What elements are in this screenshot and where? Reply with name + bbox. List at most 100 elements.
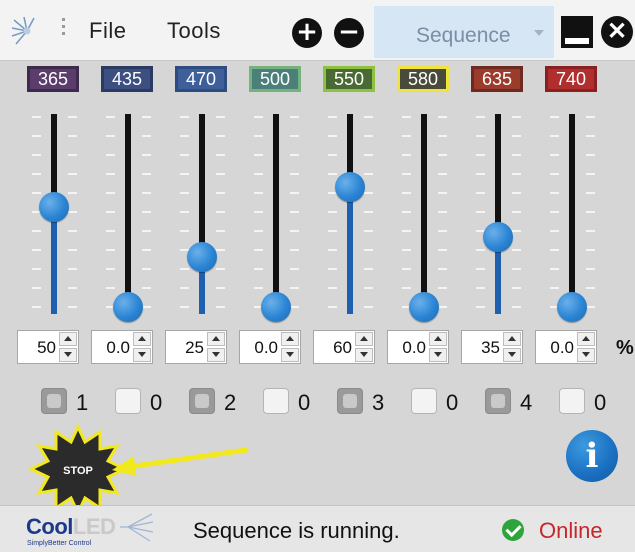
wavelength-label-580: 580 xyxy=(397,66,449,92)
sequence-dropdown[interactable]: Sequence xyxy=(374,6,554,58)
checkbox-label: 0 xyxy=(298,390,311,415)
checkbox-box[interactable] xyxy=(41,388,67,414)
slider-track xyxy=(347,114,353,314)
toolbar-grip[interactable] xyxy=(62,18,66,42)
stepper-up-icon[interactable] xyxy=(429,332,447,346)
stepper-down-icon[interactable] xyxy=(429,348,447,362)
stepper-up-icon[interactable] xyxy=(503,332,521,346)
slider-fill xyxy=(495,244,501,314)
stop-label: STOP xyxy=(63,465,93,477)
slider-track xyxy=(199,114,205,314)
plus-icon: + xyxy=(296,17,318,47)
intensity-slider-470[interactable] xyxy=(165,108,235,323)
intensity-slider-500[interactable] xyxy=(239,108,309,323)
online-check-icon xyxy=(502,519,524,541)
slider-thumb[interactable] xyxy=(483,222,513,252)
intensity-slider-365[interactable] xyxy=(17,108,87,323)
stepper-value: 35 xyxy=(481,338,500,357)
annotation-arrow xyxy=(112,447,249,476)
stepper-value: 0.0 xyxy=(402,338,426,357)
status-bar: CoolLED SimplyBetter Control Sequence is… xyxy=(0,505,635,552)
checkbox-box[interactable] xyxy=(337,388,363,414)
intensity-slider-435[interactable] xyxy=(91,108,161,323)
unit-label: % xyxy=(616,337,634,359)
minimize-button[interactable] xyxy=(561,16,593,48)
info-icon: i xyxy=(585,436,599,476)
stepper-up-icon[interactable] xyxy=(59,332,77,346)
intensity-slider-740[interactable] xyxy=(535,108,605,323)
wavelength-label-740: 740 xyxy=(545,66,597,92)
sequence-dropdown-value: Sequence xyxy=(416,24,511,47)
slider-track xyxy=(421,114,427,314)
menu-file[interactable]: File xyxy=(89,18,126,44)
wavelength-label-500: 500 xyxy=(249,66,301,92)
intensity-stepper-550[interactable]: 60 xyxy=(313,330,375,364)
remove-sequence-button[interactable]: − xyxy=(334,18,364,48)
checkbox-box[interactable] xyxy=(189,388,215,414)
slider-track xyxy=(495,114,501,314)
checkbox-box[interactable] xyxy=(411,388,437,414)
checkbox-box[interactable] xyxy=(115,388,141,414)
wavelength-label-470: 470 xyxy=(175,66,227,92)
stepper-value: 25 xyxy=(185,338,204,357)
checkbox-box[interactable] xyxy=(485,388,511,414)
stepper-down-icon[interactable] xyxy=(59,348,77,362)
slider-thumb[interactable] xyxy=(409,292,439,322)
slider-thumb[interactable] xyxy=(557,292,587,322)
intensity-stepper-580[interactable]: 0.0 xyxy=(387,330,449,364)
slider-thumb[interactable] xyxy=(335,172,365,202)
checkbox-box[interactable] xyxy=(559,388,585,414)
stepper-value: 0.0 xyxy=(254,338,278,357)
stepper-value: 60 xyxy=(333,338,352,357)
stepper-down-icon[interactable] xyxy=(133,348,151,362)
status-message: Sequence is running. xyxy=(193,518,400,543)
slider-thumb[interactable] xyxy=(39,192,69,222)
menu-tools[interactable]: Tools xyxy=(167,18,221,44)
logo-flare-icon xyxy=(120,513,154,542)
stepper-up-icon[interactable] xyxy=(577,332,595,346)
checkbox-label: 2 xyxy=(224,390,237,415)
slider-thumb[interactable] xyxy=(113,292,143,322)
stepper-value: 0.0 xyxy=(106,338,130,357)
stepper-value: 0.0 xyxy=(550,338,574,357)
stepper-value: 50 xyxy=(37,338,56,357)
minus-icon: − xyxy=(338,17,360,47)
intensity-stepper-470[interactable]: 25 xyxy=(165,330,227,364)
slider-track xyxy=(125,114,131,314)
chevron-down-icon xyxy=(534,30,544,36)
close-button[interactable]: ✕ xyxy=(601,16,633,48)
stepper-up-icon[interactable] xyxy=(207,332,225,346)
checkbox-box[interactable] xyxy=(263,388,289,414)
stepper-down-icon[interactable] xyxy=(281,348,299,362)
slider-thumb[interactable] xyxy=(187,242,217,272)
intensity-slider-550[interactable] xyxy=(313,108,383,323)
wavelength-label-365: 365 xyxy=(27,66,79,92)
info-button[interactable]: i xyxy=(566,430,618,482)
stepper-up-icon[interactable] xyxy=(281,332,299,346)
stepper-down-icon[interactable] xyxy=(503,348,521,362)
intensity-slider-580[interactable] xyxy=(387,108,457,323)
intensity-stepper-635[interactable]: 35 xyxy=(461,330,523,364)
stepper-up-icon[interactable] xyxy=(355,332,373,346)
wavelength-label-550: 550 xyxy=(323,66,375,92)
stepper-down-icon[interactable] xyxy=(577,348,595,362)
stepper-down-icon[interactable] xyxy=(355,348,373,362)
slider-track xyxy=(569,114,575,314)
stepper-down-icon[interactable] xyxy=(207,348,225,362)
slider-thumb[interactable] xyxy=(261,292,291,322)
add-sequence-button[interactable]: + xyxy=(292,18,322,48)
intensity-stepper-740[interactable]: 0.0 xyxy=(535,330,597,364)
intensity-slider-635[interactable] xyxy=(461,108,531,323)
intensity-stepper-500[interactable]: 0.0 xyxy=(239,330,301,364)
wavelength-label-635: 635 xyxy=(471,66,523,92)
stepper-up-icon[interactable] xyxy=(133,332,151,346)
slider-fill xyxy=(51,214,57,314)
intensity-stepper-365[interactable]: 50 xyxy=(17,330,79,364)
checkbox-label: 1 xyxy=(76,390,89,415)
online-status: Online xyxy=(539,518,603,543)
close-icon: ✕ xyxy=(606,18,628,45)
checkbox-label: 0 xyxy=(594,390,607,415)
wavelength-label-435: 435 xyxy=(101,66,153,92)
app-logo-icon xyxy=(11,16,35,45)
intensity-stepper-435[interactable]: 0.0 xyxy=(91,330,153,364)
